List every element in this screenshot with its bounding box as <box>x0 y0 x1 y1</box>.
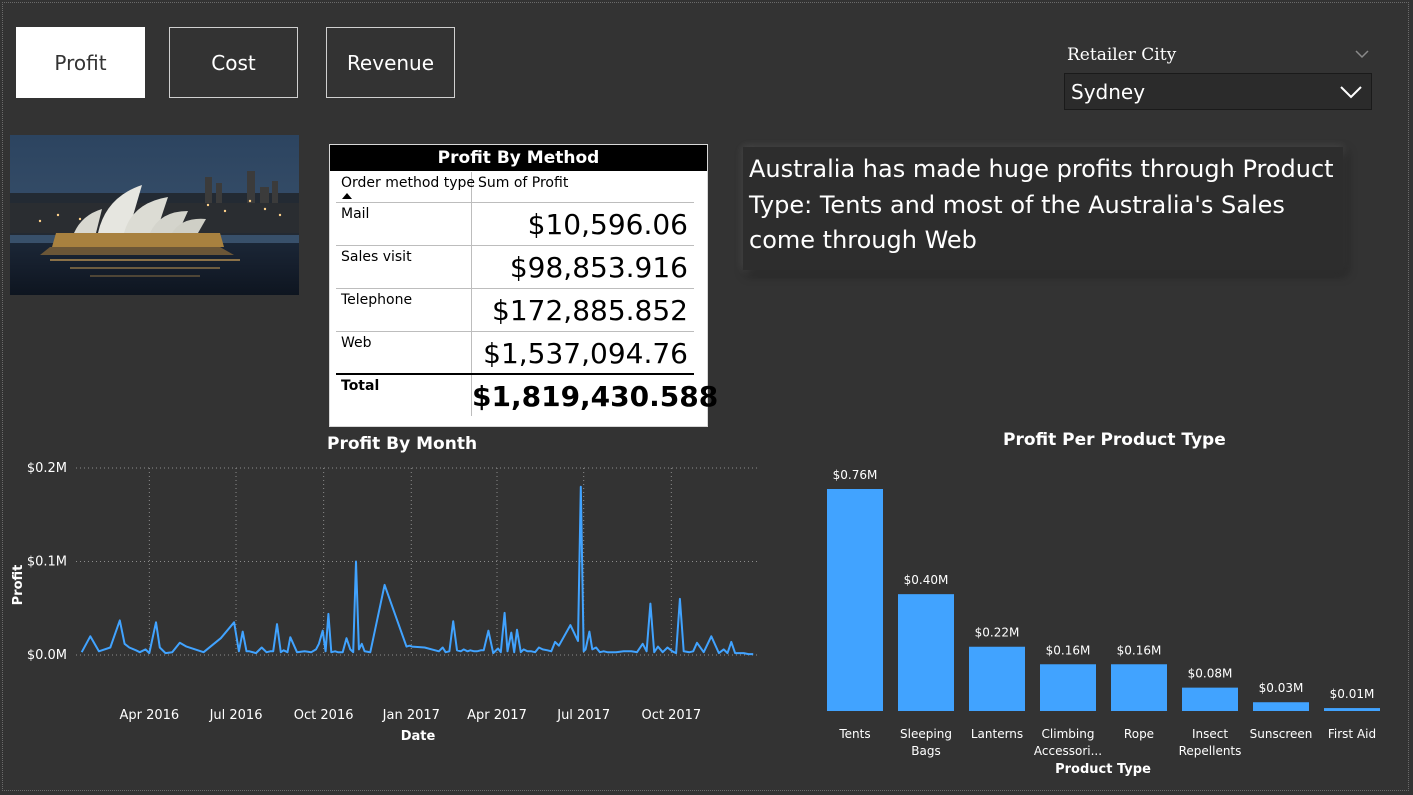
total-label: Total <box>341 378 380 394</box>
row-divider <box>336 202 694 203</box>
chevron-down-icon[interactable] <box>1339 82 1363 102</box>
profit-line-series <box>80 485 754 656</box>
row-divider <box>336 288 694 289</box>
bar-6 <box>1182 687 1238 711</box>
y-tick-label: $0.2M <box>27 461 67 476</box>
table-title: Profit By Method <box>330 145 707 171</box>
row-profit-sales-visit: $98,853.916 <box>509 251 688 284</box>
insight-textbox: Australia has made huge profits through … <box>743 147 1343 270</box>
column-header-order-method[interactable]: Order method type <box>341 175 475 191</box>
bar-data-label: $0.76M <box>833 468 878 482</box>
profit-by-month-title: Profit By Month <box>327 434 478 454</box>
bar-5 <box>1111 664 1167 711</box>
bar-data-label: $0.03M <box>1259 681 1304 695</box>
bar-data-label: $0.01M <box>1330 687 1375 701</box>
bar-4 <box>1040 664 1096 711</box>
x-tick-label: Jan 2017 <box>382 708 440 723</box>
y-tick-label: $0.1M <box>27 555 67 570</box>
x-tick-label: Oct 2017 <box>641 708 701 723</box>
x-tick-label: Jul 2017 <box>556 708 610 723</box>
bar-3 <box>969 646 1025 711</box>
sort-ascending-icon <box>342 193 352 199</box>
x-tick-label: Apr 2016 <box>119 708 179 723</box>
row-profit-telephone: $172,885.852 <box>492 294 688 327</box>
row-method-sales-visit: Sales visit <box>341 249 412 265</box>
total-divider <box>336 373 694 375</box>
row-method-mail: Mail <box>341 206 370 222</box>
row-profit-web: $1,537,094.76 <box>483 337 688 370</box>
bar-data-label: $0.40M <box>904 573 949 587</box>
total-profit: $1,819,430.588 <box>472 380 719 413</box>
bar-data-label: $0.22M <box>975 626 1020 640</box>
category-label: Climbing <box>1042 727 1095 741</box>
row-method-web: Web <box>341 335 372 351</box>
revenue-tab-button[interactable]: Revenue <box>326 27 455 98</box>
category-label: Rope <box>1124 727 1154 741</box>
category-label: First Aid <box>1328 727 1376 741</box>
bar-2 <box>898 594 954 711</box>
category-label: Accessori... <box>1034 744 1102 758</box>
profit-by-method-table: Profit By Method Order method type Sum o… <box>329 144 719 427</box>
slicer-title: Retailer City <box>1067 45 1177 65</box>
x-tick-label: Oct 2016 <box>294 708 354 723</box>
retailer-city-dropdown[interactable]: Sydney <box>1064 73 1372 110</box>
profit-tab-button[interactable]: Profit <box>16 27 145 98</box>
category-label: Sunscreen <box>1250 727 1313 741</box>
row-method-telephone: Telephone <box>341 292 413 308</box>
bar-7 <box>1253 702 1309 711</box>
x-tick-label: Jul 2016 <box>209 708 263 723</box>
y-tick-label: $0.0M <box>27 648 67 663</box>
row-profit-mail: $10,596.06 <box>527 208 688 241</box>
x-tick-label: Apr 2017 <box>467 708 527 723</box>
cost-tab-button[interactable]: Cost <box>169 27 298 98</box>
row-divider <box>336 245 694 246</box>
category-label: Lanterns <box>971 727 1023 741</box>
bar-1 <box>827 489 883 711</box>
column-header-sum-of-profit[interactable]: Sum of Profit <box>478 175 568 191</box>
y-axis-title: Profit <box>11 565 26 606</box>
profit-by-month-chart: $0.0M $0.1M $0.2M Apr 2016 Jul 2016 Oct 2016 J… <box>11 461 758 744</box>
category-label: Sleeping <box>900 727 952 741</box>
category-label: Insect <box>1192 727 1228 741</box>
bar-data-label: $0.16M <box>1046 643 1091 657</box>
selected-city: Sydney <box>1071 79 1146 104</box>
profit-per-product-type-title: Profit Per Product Type <box>1003 430 1226 450</box>
category-label: Repellents <box>1179 744 1242 758</box>
category-label: Bags <box>911 744 940 758</box>
bar-data-label: $0.08M <box>1188 667 1233 681</box>
insight-text: Australia has made huge profits through … <box>749 155 1334 254</box>
x-axis-title: Date <box>401 729 436 744</box>
row-divider <box>336 331 694 332</box>
collapse-chevron-icon[interactable] <box>1352 44 1372 64</box>
category-label: Tents <box>838 727 870 741</box>
bar-8 <box>1324 708 1380 711</box>
x-axis-title: Product Type <box>1055 762 1151 777</box>
profit-per-product-type-chart: $0.76M Tents $0.40M Sleeping Bags $0.22M Lante… <box>827 468 1380 777</box>
sydney-opera-house-night-image <box>10 135 299 295</box>
bar-data-label: $0.16M <box>1117 643 1162 657</box>
